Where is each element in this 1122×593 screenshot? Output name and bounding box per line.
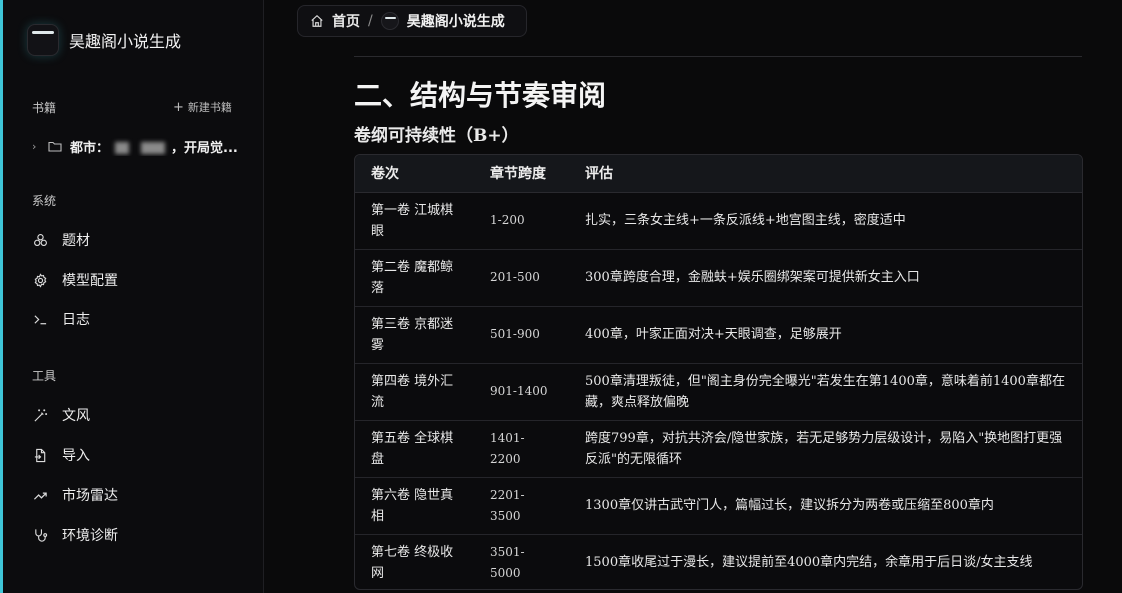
chapter-span-cell: 1-200 <box>474 192 569 250</box>
table-row: 第二卷 魔都鲸落 201-500 300章跨度合理，金融蚨+娱乐圈绑架案可提供新… <box>355 249 1082 307</box>
sidebar-item-label: 市场雷达 <box>62 488 118 504</box>
file-import-icon <box>32 447 48 463</box>
tools-section-label: 工具 <box>32 369 57 383</box>
sidebar-item-market-radar[interactable]: 市场雷达 <box>32 483 252 507</box>
table-row: 第五卷 全球棋盘 1401-2200 跨度799章，对抗共济会/隐世家族，若无足… <box>355 420 1082 478</box>
evaluation-cell: 500章清理叛徒，但"阁主身份完全曝光"若发生在第1400章，意味着前1400章… <box>569 363 1082 421</box>
subsection-heading: 卷纲可持续性（B+） <box>354 126 519 146</box>
sidebar-item-model-config[interactable]: 模型配置 <box>32 268 252 292</box>
brand[interactable]: 昊趣阁小说生成 <box>27 24 181 56</box>
chapter-span-cell: 2201-3500 <box>474 477 569 535</box>
column-header: 卷次 <box>355 155 474 193</box>
chapter-span-cell: 901-1400 <box>474 363 569 421</box>
sidebar-item-style[interactable]: 文风 <box>32 403 252 427</box>
sidebar-item-env-diagnosis[interactable]: 环境诊断 <box>32 523 252 547</box>
table-row: 第三卷 京都迷雾 501-900 400章，叶家正面对决+天眼调查，足够展开 <box>355 306 1082 364</box>
breadcrumb-current[interactable]: 昊趣阁小说生成 <box>407 11 505 31</box>
app-title: 昊趣阁小说生成 <box>69 32 182 51</box>
section-heading: 二、结构与节奏审阅 <box>354 79 607 112</box>
plus-icon: + <box>173 99 184 115</box>
new-book-label: 新建书籍 <box>187 101 232 114</box>
sidebar-book-item[interactable]: › 都市： ，开局觉... <box>32 135 252 157</box>
evaluation-cell: 400章，叶家正面对决+天眼调查，足够展开 <box>569 306 1082 364</box>
gear-icon <box>32 272 48 288</box>
table-row: 第六卷 隐世真相 2201-3500 1300章仅讲古武守门人，篇幅过长，建议拆… <box>355 477 1082 535</box>
sidebar-item-label: 模型配置 <box>62 273 118 289</box>
sidebar-item-label: 导入 <box>62 448 90 464</box>
table-row: 第一卷 江城棋眼 1-200 扎实，三条女主线+一条反派线+地宫图主线，密度适中 <box>355 192 1082 250</box>
folder-icon <box>48 141 62 152</box>
terminal-icon <box>32 311 48 327</box>
volume-cell: 第二卷 魔都鲸落 <box>355 249 474 307</box>
book-title: 都市： ，开局觉... <box>70 140 238 156</box>
volume-cell: 第七卷 终极收网 <box>371 544 454 581</box>
evaluation-cell: 300章跨度合理，金融蚨+娱乐圈绑架案可提供新女主入口 <box>569 249 1082 307</box>
sidebar: 昊趣阁小说生成 书籍 + 新建书籍 › 都市： ，开局觉... 系统 题材 模型… <box>3 0 264 593</box>
new-book-button[interactable]: + 新建书籍 <box>173 99 232 115</box>
books-section-label: 书籍 <box>32 101 57 115</box>
sidebar-item-label: 环境诊断 <box>62 528 118 544</box>
sidebar-item-label: 文风 <box>62 408 90 424</box>
column-header: 章节跨度 <box>474 155 569 193</box>
column-header: 评估 <box>569 155 1082 193</box>
sidebar-item-label: 题材 <box>62 233 90 249</box>
sidebar-item-import[interactable]: 导入 <box>32 443 252 467</box>
stethoscope-icon <box>32 527 48 543</box>
main-content: 首页 / 昊趣阁小说生成 二、结构与节奏审阅 卷纲可持续性（B+） 卷次 章节跨… <box>264 0 1122 593</box>
redacted-blur <box>141 142 166 154</box>
breadcrumb-home-link[interactable]: 首页 <box>332 11 360 31</box>
evaluation-cell: 扎实，三条女主线+一条反派线+地宫图主线，密度适中 <box>569 192 1082 250</box>
table-header-row: 卷次 章节跨度 评估 <box>355 155 1082 193</box>
system-section-label: 系统 <box>32 194 57 208</box>
cube-cluster-icon <box>32 232 48 248</box>
evaluation-cell: 1500章收尾过于漫长，建议提前至4000章内完结，余章用于后日谈/女主支线 <box>585 555 1033 571</box>
chapter-span-cell: 1401-2200 <box>474 420 569 478</box>
redacted-blur <box>115 142 130 154</box>
volume-review-table: 卷次 章节跨度 评估 第一卷 江城棋眼 1-200 扎实，三条女主线+一条反派线… <box>354 154 1083 590</box>
chevron-right-icon[interactable]: › <box>32 140 42 153</box>
volume-cell: 第六卷 隐世真相 <box>355 477 474 535</box>
volume-cell: 第五卷 全球棋盘 <box>355 420 474 478</box>
sidebar-item-logs[interactable]: 日志 <box>32 307 252 331</box>
project-logo-icon <box>380 12 399 30</box>
evaluation-cell: 1300章仅讲古武守门人，篇幅过长，建议拆分为两卷或压缩至800章内 <box>569 477 1082 535</box>
volume-cell: 第四卷 境外汇流 <box>355 363 474 421</box>
breadcrumb: 首页 / 昊趣阁小说生成 <box>297 5 527 37</box>
chapter-span-cell: 3501-5000 <box>490 544 525 580</box>
evaluation-cell: 跨度799章，对抗共济会/隐世家族，若无足够势力层级设计，易陷入"换地图打更强反… <box>569 420 1082 478</box>
app-window: 昊趣阁小说生成 书籍 + 新建书籍 › 都市： ，开局觉... 系统 题材 模型… <box>0 0 1122 593</box>
volume-cell: 第三卷 京都迷雾 <box>355 306 474 364</box>
chapter-span-cell: 201-500 <box>474 249 569 307</box>
sidebar-item-label: 日志 <box>62 312 90 328</box>
volume-cell: 第一卷 江城棋眼 <box>355 192 474 250</box>
sidebar-item-genre[interactable]: 题材 <box>32 228 252 252</box>
magic-wand-icon <box>32 407 48 423</box>
section-divider <box>354 56 1082 57</box>
app-logo-icon <box>27 24 59 56</box>
table-row: 第七卷 终极收网 3501-5000 1500章收尾过于漫长，建议提前至4000… <box>355 534 1082 589</box>
table-row: 第四卷 境外汇流 901-1400 500章清理叛徒，但"阁主身份完全曝光"若发… <box>355 363 1082 421</box>
chapter-span-cell: 501-900 <box>474 306 569 364</box>
trend-up-icon <box>32 487 48 503</box>
home-icon[interactable] <box>310 14 324 28</box>
breadcrumb-separator: / <box>368 13 373 29</box>
